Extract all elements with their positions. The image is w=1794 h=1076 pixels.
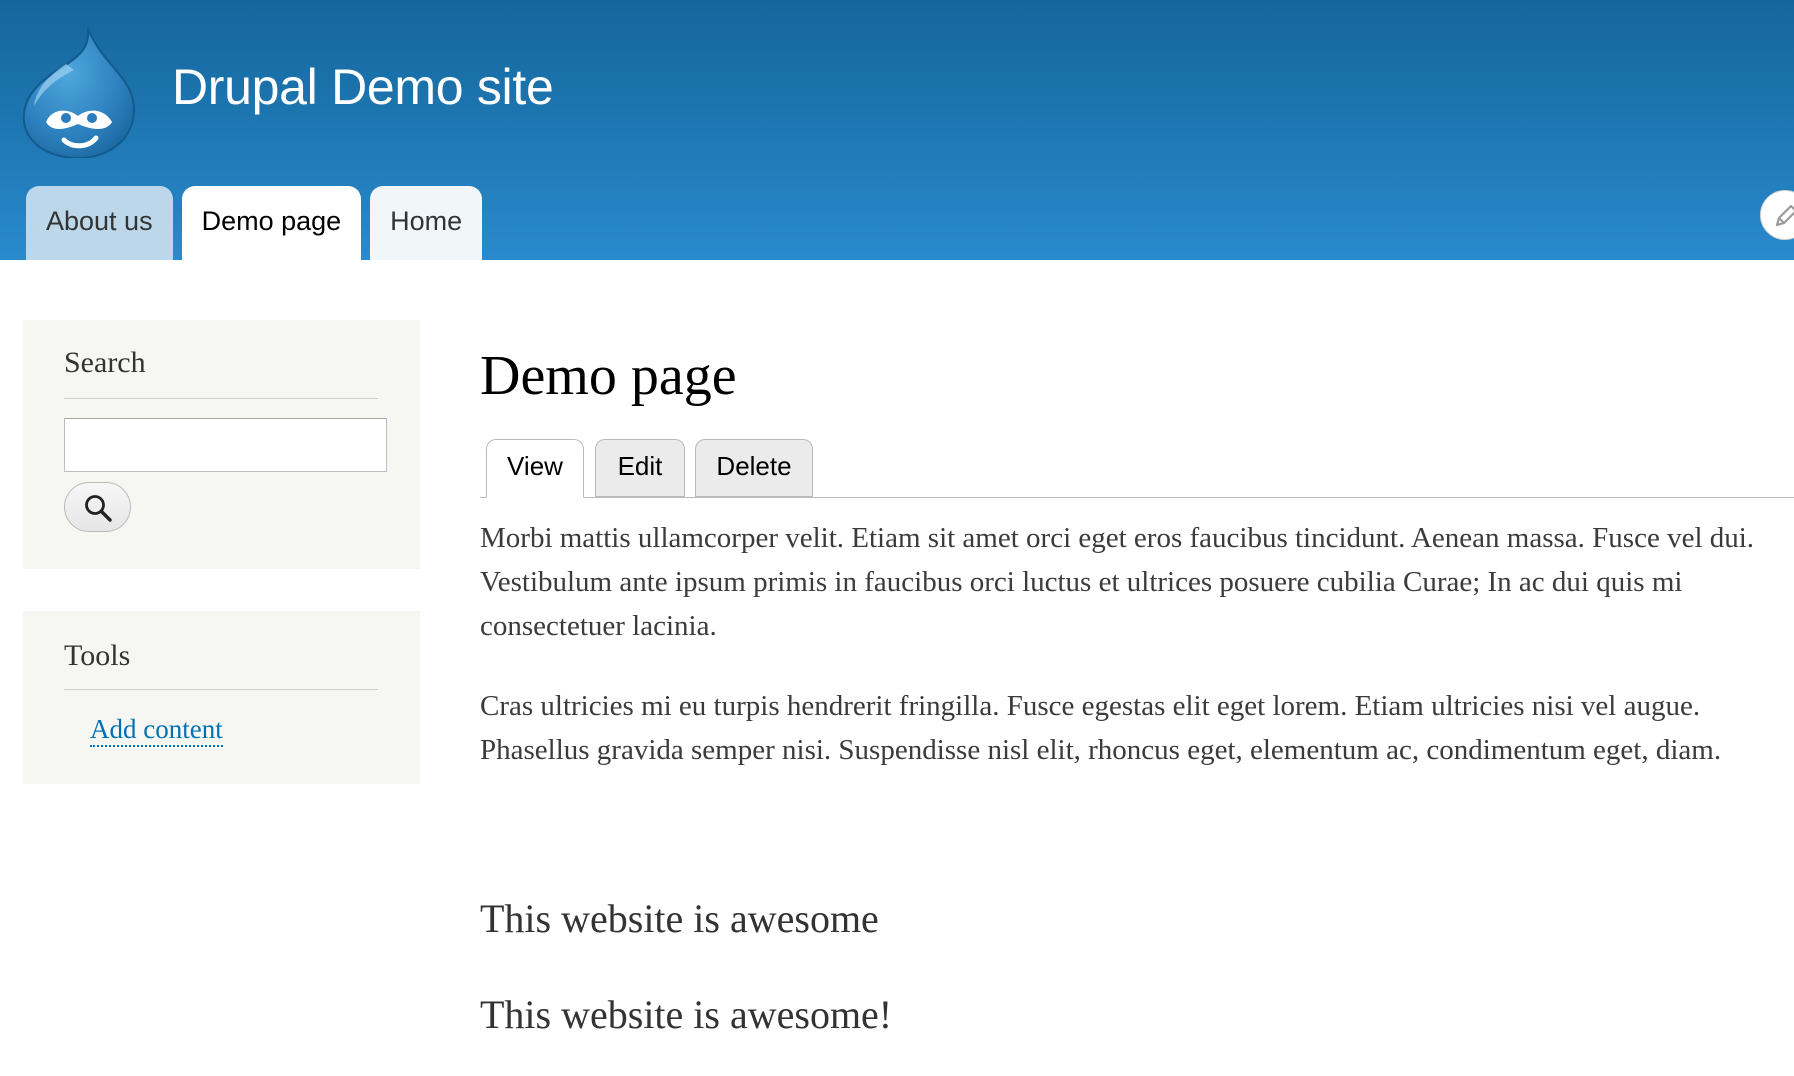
search-submit-button[interactable] — [64, 482, 131, 532]
tools-block-divider — [64, 689, 378, 690]
nav-item-about-us[interactable]: About us — [26, 186, 173, 260]
page-title: Demo page — [480, 345, 737, 407]
nav-item-home[interactable]: Home — [370, 186, 483, 260]
nav-item-demo-page[interactable]: Demo page — [181, 186, 362, 260]
site-name-link[interactable]: Drupal Demo site — [172, 58, 554, 116]
tab-view[interactable]: View — [486, 439, 584, 498]
add-content-link[interactable]: Add content — [90, 713, 223, 747]
contextual-edit-button[interactable] — [1760, 190, 1794, 240]
tab-edit[interactable]: Edit — [595, 439, 685, 497]
local-tasks-tabs: View Edit Delete — [480, 439, 1794, 498]
search-block-divider — [64, 398, 378, 399]
tools-block-title: Tools — [64, 639, 131, 672]
tab-delete[interactable]: Delete — [695, 439, 813, 497]
body-heading-1: This website is awesome — [480, 896, 879, 941]
pencil-icon — [1775, 204, 1794, 227]
site-logo[interactable] — [18, 26, 140, 160]
search-input[interactable] — [64, 418, 387, 472]
body-paragraph-1: Morbi mattis ullamcorper velit. Etiam si… — [480, 522, 1755, 642]
main-navigation: About us Demo page Home — [26, 186, 483, 260]
search-block-title: Search — [64, 346, 146, 379]
body-paragraph-2: Cras ultricies mi eu turpis hendrerit fr… — [480, 690, 1722, 766]
body-heading-2: This website is awesome! — [480, 992, 893, 1037]
tools-block: Tools Add content — [23, 611, 420, 784]
site-header: Drupal Demo site About us Demo page Home — [0, 0, 1794, 260]
search-block: Search — [23, 320, 420, 569]
drupal-logo-icon — [22, 27, 136, 160]
search-icon — [85, 495, 112, 522]
